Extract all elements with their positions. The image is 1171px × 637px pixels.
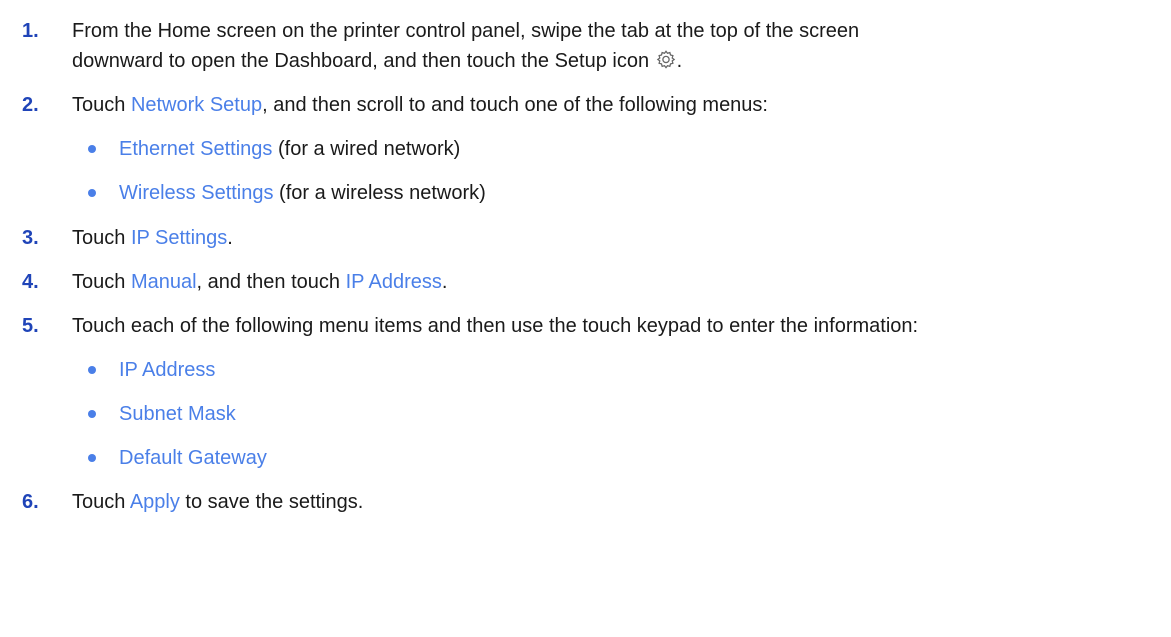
bullet-text: Wireless Settings (for a wireless networ… [119, 179, 486, 207]
gear-icon [656, 50, 675, 69]
bullet-text: Ethernet Settings (for a wired network) [119, 135, 460, 163]
step-text-fragment: . [441, 271, 448, 293]
network-setup-link[interactable]: Network Setup [131, 94, 262, 116]
step-number: 4. [22, 271, 39, 293]
manual-link[interactable]: Manual [131, 271, 197, 293]
ip-settings-link[interactable]: IP Settings [131, 227, 227, 249]
step-text-fragment: Touch [72, 491, 130, 513]
bullet-icon [88, 410, 96, 418]
apply-link[interactable]: Apply [130, 491, 180, 513]
step-number: 1. [22, 20, 39, 42]
step-text-fragment: Touch [72, 227, 131, 249]
bullet-suffix: (for a wired network) [272, 138, 461, 160]
step-text-fragment: downward to open the Dashboard, and then… [72, 50, 650, 72]
bullet-icon [88, 454, 96, 462]
step-text: Touch Network Setup, and then scroll to … [72, 91, 768, 119]
bullet-icon [88, 189, 96, 197]
step-number: 2. [22, 94, 39, 116]
step-text: Touch IP Settings. [72, 224, 233, 252]
step-text: Touch each of the following menu items a… [72, 315, 919, 337]
step-text-fragment: to save the settings. [179, 491, 364, 513]
step-text: Touch Manual, and then touch IP Address. [72, 268, 447, 296]
ethernet-settings-link[interactable]: Ethernet Settings [119, 138, 272, 160]
instructions-page: 1. From the Home screen on the printer c… [0, 0, 1171, 637]
ip-address-item-link[interactable]: IP Address [119, 356, 215, 384]
step-text-continued: downward to open the Dashboard, and then… [72, 47, 682, 75]
wireless-settings-link[interactable]: Wireless Settings [119, 182, 274, 204]
step-text-fragment: . [676, 50, 683, 72]
default-gateway-link[interactable]: Default Gateway [119, 444, 267, 472]
step-number: 3. [22, 227, 39, 249]
step-text-fragment: , and then scroll to and touch one of th… [262, 94, 768, 116]
step-text: From the Home screen on the printer cont… [72, 20, 860, 42]
step-text-fragment: Touch [72, 94, 131, 116]
subnet-mask-link[interactable]: Subnet Mask [119, 400, 236, 428]
step-text-fragment: . [227, 227, 233, 249]
step-number: 5. [22, 315, 39, 337]
bullet-icon [88, 145, 96, 153]
ip-address-link[interactable]: IP Address [346, 271, 442, 293]
step-number: 6. [22, 491, 39, 513]
bullet-suffix: (for a wireless network) [273, 182, 486, 204]
step-text-fragment: , and then touch [196, 271, 346, 293]
bullet-icon [88, 366, 96, 374]
step-text-fragment: Touch [72, 271, 131, 293]
step-text: Touch Apply to save the settings. [72, 488, 363, 516]
